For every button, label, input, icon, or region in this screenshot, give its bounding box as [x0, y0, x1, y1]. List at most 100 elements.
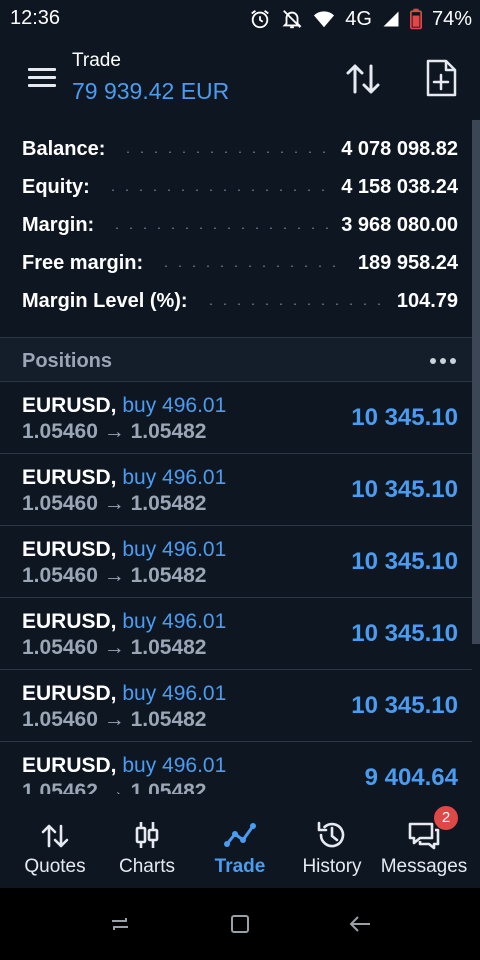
battery-percent: 74%	[431, 7, 472, 30]
position-profit: 10 345.10	[351, 404, 458, 431]
position-side: buy 496.01	[122, 394, 227, 417]
position-title-line: EURUSD, buy 496.01	[22, 538, 226, 562]
positions-title: Positions	[22, 350, 113, 372]
trade-icon	[224, 823, 256, 847]
signal-icon	[383, 11, 399, 27]
position-symbol: EURUSD,	[22, 682, 117, 705]
summary-value: 189 958.24	[357, 251, 458, 274]
summary-dots	[203, 303, 385, 305]
summary-row-balance: Balance: 4 078 098.82	[0, 130, 480, 168]
app-header: Trade 79 939.42 EUR	[0, 38, 480, 120]
menu-icon-line	[28, 84, 56, 87]
summary-label: Balance:	[22, 137, 106, 160]
back-icon[interactable]	[348, 912, 372, 936]
header-balance: 79 939.42 EUR	[72, 78, 230, 104]
position-prices: 1.05460 → 1.05482	[22, 420, 207, 443]
quotes-icon	[41, 824, 69, 848]
position-prices: 1.05460 → 1.05482	[22, 564, 207, 587]
summary-dots	[121, 151, 330, 153]
summary-value: 104.79	[396, 289, 458, 312]
battery-icon	[409, 8, 422, 30]
summary-label: Margin Level (%):	[22, 289, 188, 312]
menu-icon	[28, 68, 56, 71]
position-row[interactable]: EURUSD, buy 496.01 1.05460 → 1.05482 10 …	[0, 454, 472, 526]
account-summary: Balance: 4 078 098.82 Equity: 4 158 038.…	[0, 130, 480, 320]
position-symbol: EURUSD,	[22, 610, 117, 633]
nav-trade[interactable]: Trade	[192, 806, 288, 888]
position-profit: 10 345.10	[351, 476, 458, 503]
position-profit: 10 345.10	[351, 548, 458, 575]
nav-label: Charts	[119, 856, 175, 877]
position-side: buy 496.01	[122, 754, 227, 777]
sort-icon[interactable]	[344, 60, 382, 98]
position-side: buy 496.01	[122, 538, 227, 561]
summary-row-margin: Margin: 3 968 080.00	[0, 206, 480, 244]
status-bar: 12:36 4G 74%	[0, 0, 480, 38]
position-row[interactable]: EURUSD, buy 496.01 1.05462 → 1.05482 9 4…	[0, 742, 472, 794]
position-symbol: EURUSD,	[22, 466, 117, 489]
nav-label: History	[302, 856, 362, 877]
summary-row-equity: Equity: 4 158 038.24	[0, 168, 480, 206]
summary-row-margin-level: Margin Level (%): 104.79	[0, 282, 480, 320]
mute-icon	[282, 10, 302, 29]
nav-charts[interactable]: Charts	[99, 806, 195, 888]
nav-history[interactable]: History	[284, 806, 380, 888]
recents-icon[interactable]	[108, 912, 132, 936]
unread-badge: 2	[434, 806, 458, 830]
position-title-line: EURUSD, buy 496.01	[22, 394, 226, 418]
bottom-navigation: Quotes Charts Trade History 2 Messages	[0, 806, 480, 888]
summary-value: 4 078 098.82	[341, 137, 458, 160]
page-title: Trade	[72, 50, 121, 71]
menu-button[interactable]	[24, 64, 56, 92]
history-icon	[317, 821, 345, 848]
position-side: buy 496.01	[122, 610, 227, 633]
position-profit: 9 404.64	[364, 764, 458, 791]
position-row[interactable]: EURUSD, buy 496.01 1.05460 → 1.05482 10 …	[0, 382, 472, 454]
summary-dots	[159, 265, 346, 267]
position-prices: 1.05460 → 1.05482	[22, 708, 207, 731]
summary-dots	[105, 189, 330, 191]
system-nav-bar	[0, 888, 480, 960]
position-row[interactable]: EURUSD, buy 496.01 1.05460 → 1.05482 10 …	[0, 526, 472, 598]
nav-messages[interactable]: 2 Messages	[376, 806, 472, 888]
position-prices: 1.05460 → 1.05482	[22, 636, 207, 659]
summary-dots	[110, 227, 330, 229]
nav-label: Quotes	[24, 856, 86, 877]
summary-value: 3 968 080.00	[341, 213, 458, 236]
summary-label: Equity:	[22, 175, 90, 198]
position-row[interactable]: EURUSD, buy 496.01 1.05460 → 1.05482 10 …	[0, 670, 472, 742]
menu-icon-line	[28, 76, 56, 79]
position-profit: 10 345.10	[351, 620, 458, 647]
nav-label: Trade	[214, 856, 266, 877]
summary-label: Margin:	[22, 213, 95, 236]
more-options-icon[interactable]	[430, 358, 456, 364]
charts-icon	[135, 822, 159, 848]
new-order-icon[interactable]	[424, 58, 458, 98]
nav-quotes[interactable]: Quotes	[7, 806, 103, 888]
wifi-icon	[314, 11, 335, 28]
position-profit: 10 345.10	[351, 692, 458, 719]
position-title-line: EURUSD, buy 496.01	[22, 610, 226, 634]
position-side: buy 496.01	[122, 682, 227, 705]
position-title-line: EURUSD, buy 496.01	[22, 466, 226, 490]
home-icon[interactable]	[228, 912, 252, 936]
status-time: 12:36	[10, 7, 61, 29]
position-row[interactable]: EURUSD, buy 496.01 1.05460 → 1.05482 10 …	[0, 598, 472, 670]
positions-header: Positions	[0, 338, 472, 382]
position-side: buy 496.01	[122, 466, 227, 489]
position-prices: 1.05460 → 1.05482	[22, 492, 207, 515]
position-symbol: EURUSD,	[22, 394, 117, 417]
nav-label: Messages	[380, 856, 468, 877]
positions-list: EURUSD, buy 496.01 1.05460 → 1.05482 10 …	[0, 382, 472, 794]
summary-row-free-margin: Free margin: 189 958.24	[0, 244, 480, 282]
summary-label: Free margin:	[22, 251, 144, 274]
alarm-icon	[251, 10, 270, 29]
position-symbol: EURUSD,	[22, 538, 117, 561]
network-type: 4G	[345, 7, 372, 30]
status-icons: 4G 74%	[249, 6, 472, 32]
position-title-line: EURUSD, buy 496.01	[22, 754, 226, 778]
position-prices: 1.05462 → 1.05482	[22, 780, 207, 794]
position-symbol: EURUSD,	[22, 754, 117, 777]
position-title-line: EURUSD, buy 496.01	[22, 682, 226, 706]
summary-value: 4 158 038.24	[341, 175, 458, 198]
